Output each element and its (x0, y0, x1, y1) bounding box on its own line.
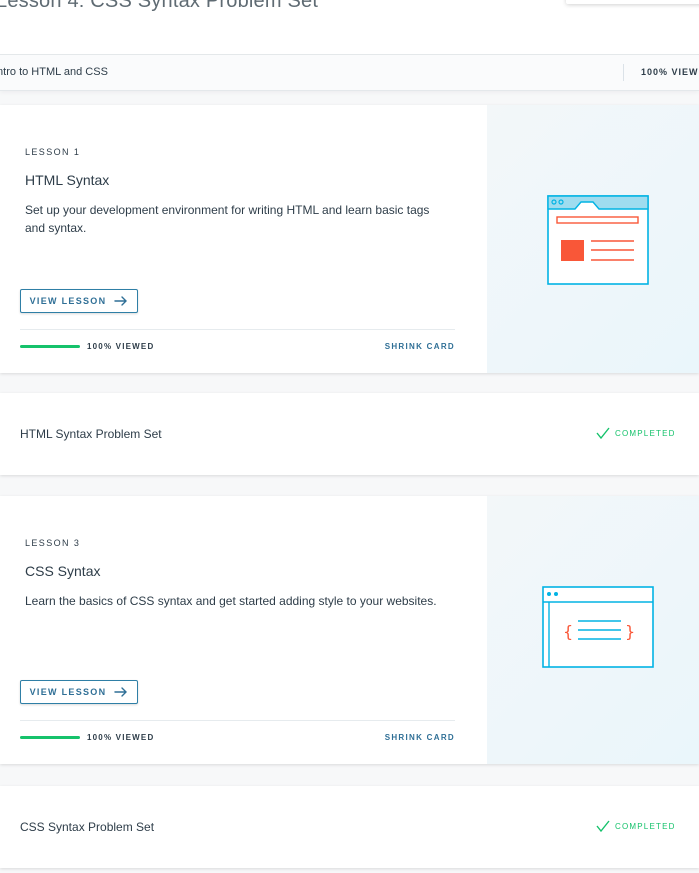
completed-status: COMPLETED (596, 820, 676, 832)
shrink-card-link[interactable]: SHRINK CARD (385, 733, 455, 742)
check-icon (596, 427, 610, 439)
lesson-card-1: LESSON 1 HTML Syntax Set up your develop… (0, 105, 699, 373)
completed-label: COMPLETED (615, 428, 676, 438)
completed-status: COMPLETED (596, 427, 676, 439)
lesson-title: CSS Syntax (25, 563, 101, 579)
lesson-description: Set up your development environment for … (25, 203, 430, 235)
progress-bar (20, 345, 80, 348)
view-lesson-button[interactable]: VIEW LESSON (20, 289, 138, 313)
lesson-label: LESSON 3 (25, 538, 81, 548)
lesson-card-3: LESSON 3 CSS Syntax Learn the basics of … (0, 496, 699, 764)
view-lesson-label: VIEW LESSON (29, 687, 107, 697)
svg-text:}: } (625, 622, 635, 641)
header-menu-box[interactable] (566, 0, 699, 4)
progress-bar (20, 736, 80, 739)
lesson-description: Learn the basics of CSS syntax and get s… (25, 594, 437, 608)
top-header: Lesson 4: CSS Syntax Problem Set (0, 0, 699, 55)
svg-text:{: { (563, 622, 573, 641)
lesson-illustration-panel: { } (487, 496, 699, 764)
lesson-illustration-panel (487, 105, 699, 373)
completed-label: COMPLETED (615, 821, 676, 831)
arrow-right-icon (114, 296, 128, 306)
browser-window-html-icon (547, 195, 649, 285)
problem-set-title: HTML Syntax Problem Set (20, 427, 162, 441)
lesson-title: HTML Syntax (25, 172, 110, 188)
shrink-card-link[interactable]: SHRINK CARD (385, 342, 455, 351)
view-lesson-label: VIEW LESSON (29, 296, 107, 306)
page-title: Lesson 4: CSS Syntax Problem Set (0, 0, 319, 12)
breadcrumb-divider (623, 64, 624, 81)
card-divider (20, 720, 455, 721)
browser-window-css-icon: { } (542, 586, 654, 668)
progress-label: 100% VIEWED (87, 342, 155, 351)
check-icon (596, 820, 610, 832)
breadcrumb[interactable]: Intro to HTML and CSS (0, 66, 108, 78)
course-viewed-status: 100% VIEWED (641, 67, 699, 77)
card-divider (20, 329, 455, 330)
problem-set-card-html[interactable]: HTML Syntax Problem Set COMPLETED (0, 393, 699, 475)
breadcrumb-bar: Intro to HTML and CSS 100% VIEWED (0, 55, 699, 91)
arrow-right-icon (114, 687, 128, 697)
problem-set-card-css[interactable]: CSS Syntax Problem Set COMPLETED (0, 786, 699, 868)
problem-set-title: CSS Syntax Problem Set (20, 820, 155, 834)
lesson-label: LESSON 1 (25, 147, 81, 157)
progress-label: 100% VIEWED (87, 733, 155, 742)
view-lesson-button[interactable]: VIEW LESSON (20, 680, 138, 704)
